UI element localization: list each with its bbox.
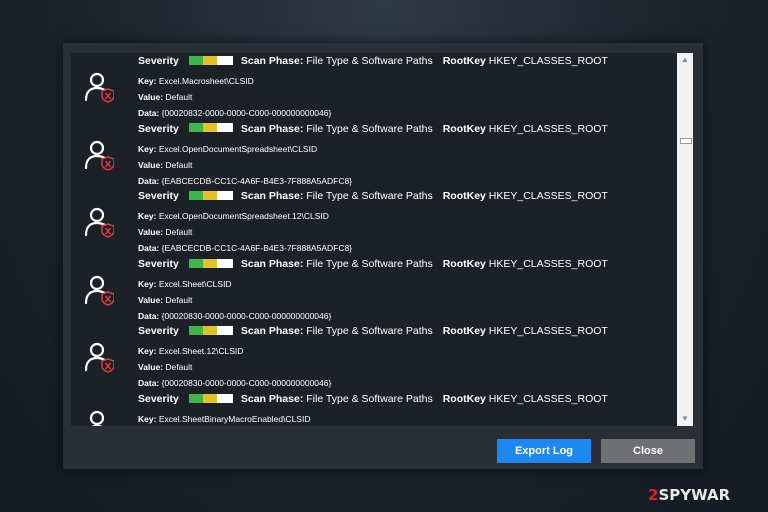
rootkey-label: RootKey: [442, 122, 486, 135]
severity-label: Severity: [138, 392, 179, 405]
scan-phase-label: Scan Phase:: [240, 325, 304, 338]
severity-meter: [188, 258, 233, 268]
entry-header: Severity Scan Phase: File Type & Software…: [138, 325, 608, 337]
entry-data: Data: {EABCECDB-CC1C-4A6F-B4E3-7F888A5AD…: [138, 243, 353, 254]
key-value: Excel.SheetBinaryMacroEnabled\CLSID: [158, 413, 311, 424]
severity-meter: [188, 190, 233, 200]
scan-phase-value: File Type & Software Paths: [306, 392, 433, 405]
severity-meter: [188, 123, 233, 133]
user-threat-icon: [84, 343, 114, 374]
key-value: Excel.OpenDocumentSpreadsheet.12\CLSID: [158, 211, 329, 222]
user-threat-icon: [84, 72, 114, 103]
rootkey-label: RootKey: [442, 55, 486, 67]
data-value: {EABCECDB-CC1C-4A6F-B4E3-7F888A5ADFC8}: [161, 175, 353, 186]
scan-phase-value: File Type & Software Paths: [306, 190, 433, 203]
entry-data: Data: {00020830-0000-0000-C000-000000000…: [138, 310, 332, 321]
rootkey-value: HKEY_CLASSES_ROOT: [488, 190, 608, 203]
scan-phase-label: Scan Phase:: [240, 392, 304, 405]
severity-label: Severity: [138, 55, 179, 67]
severity-meter: [188, 393, 233, 403]
entry-data: Data: {00020830-0000-0000-C000-000000000…: [138, 378, 332, 389]
value-value: Default: [165, 227, 193, 238]
value-value: Default: [165, 159, 193, 170]
data-value: {EABCECDB-CC1C-4A6F-B4E3-7F888A5ADFC8}: [161, 243, 353, 254]
entry-key: Key: Excel.OpenDocumentSpreadsheet\CLSID: [138, 143, 318, 154]
log-entry: Severity Scan Phase: File Type & Software…: [71, 188, 677, 256]
user-threat-icon: [84, 208, 114, 238]
scan-phase-label: Scan Phase:: [240, 122, 304, 135]
entry-header: Severity Scan Phase: File Type & Software…: [138, 55, 608, 67]
rootkey-label: RootKey: [442, 392, 486, 405]
scan-phase-value: File Type & Software Paths: [306, 325, 433, 338]
entry-value: Value: Default: [138, 159, 193, 170]
key-value: Excel.Sheet.12\CLSID: [158, 346, 244, 357]
entry-data: Data: {EABCECDB-CC1C-4A6F-B4E3-7F888A5AD…: [138, 175, 353, 186]
log-entry: Severity Scan Phase: File Type & Software…: [71, 256, 677, 324]
severity-meter: [188, 55, 233, 65]
rootkey-label: RootKey: [442, 325, 486, 338]
log-entry: Severity Scan Phase: File Type & Software…: [71, 121, 677, 189]
entry-value: Value: Default: [138, 362, 193, 373]
severity-meter: [188, 326, 233, 336]
entry-header: Severity Scan Phase: File Type & Software…: [138, 393, 608, 405]
scan-phase-label: Scan Phase:: [240, 190, 304, 203]
key-value: Excel.Macrosheet\CLSID: [158, 76, 254, 86]
log-entry: Severity Scan Phase: File Type & Software…: [71, 391, 677, 426]
user-threat-icon: [84, 140, 114, 171]
value-value: Default: [165, 92, 193, 102]
scroll-thumb[interactable]: [680, 138, 692, 144]
log-entry: Severity Scan Phase: File Type & Software…: [71, 53, 677, 121]
log-entries-list[interactable]: Severity Scan Phase: File Type & Software…: [71, 53, 677, 426]
entry-key: Key: Excel.Macrosheet\CLSID: [138, 76, 254, 86]
rootkey-label: RootKey: [442, 190, 486, 203]
severity-label: Severity: [138, 257, 179, 270]
severity-label: Severity: [138, 190, 179, 203]
scroll-up-arrow-icon[interactable]: ▲: [677, 53, 693, 67]
entry-header: Severity Scan Phase: File Type & Software…: [138, 190, 608, 202]
value-value: Default: [165, 362, 193, 373]
export-log-button[interactable]: Export Log: [497, 439, 591, 463]
rootkey-label: RootKey: [442, 257, 486, 270]
rootkey-value: HKEY_CLASSES_ROOT: [488, 392, 608, 405]
vertical-scrollbar[interactable]: ▲ ▼: [677, 53, 693, 426]
watermark-logo: 2SPYWAR: [648, 486, 731, 504]
entry-value: Value: Default: [138, 92, 193, 102]
scan-phase-value: File Type & Software Paths: [306, 55, 433, 67]
entry-key: Key: Excel.Sheet.12\CLSID: [138, 346, 244, 357]
entry-data: Data: {00020832-0000-0000-C000-000000000…: [138, 108, 332, 118]
entry-header: Severity Scan Phase: File Type & Software…: [138, 123, 608, 135]
rootkey-value: HKEY_CLASSES_ROOT: [488, 257, 608, 270]
severity-label: Severity: [138, 325, 179, 338]
user-threat-icon: [89, 410, 105, 426]
rootkey-value: HKEY_CLASSES_ROOT: [488, 122, 608, 135]
scan-phase-label: Scan Phase:: [240, 55, 304, 67]
scan-phase-value: File Type & Software Paths: [306, 257, 433, 270]
scan-phase-label: Scan Phase:: [240, 257, 304, 270]
scroll-down-arrow-icon[interactable]: ▼: [677, 412, 693, 426]
data-value: {00020830-0000-0000-C000-000000000046}: [161, 310, 332, 321]
close-button[interactable]: Close: [601, 439, 695, 463]
user-threat-icon: [84, 275, 114, 306]
log-entry: Severity Scan Phase: File Type & Software…: [71, 323, 677, 391]
severity-label: Severity: [138, 122, 179, 135]
entry-key: Key: Excel.Sheet\CLSID: [138, 278, 232, 289]
entry-value: Value: Default: [138, 294, 193, 305]
entry-value: Value: Default: [138, 227, 193, 238]
rootkey-value: HKEY_CLASSES_ROOT: [488, 325, 608, 338]
key-value: Excel.OpenDocumentSpreadsheet\CLSID: [158, 143, 318, 154]
rootkey-value: HKEY_CLASSES_ROOT: [488, 55, 608, 67]
data-value: {00020830-0000-0000-C000-000000000046}: [161, 378, 332, 389]
scan-log-dialog: Severity Scan Phase: File Type & Software…: [63, 43, 703, 469]
entry-header: Severity Scan Phase: File Type & Software…: [138, 258, 608, 270]
value-value: Default: [165, 294, 193, 305]
data-value: {00020832-0000-0000-C000-000000000046}: [161, 108, 332, 118]
scan-phase-value: File Type & Software Paths: [306, 122, 433, 135]
entry-key: Key: Excel.SheetBinaryMacroEnabled\CLSID: [138, 413, 311, 424]
key-value: Excel.Sheet\CLSID: [158, 278, 232, 289]
entry-key: Key: Excel.OpenDocumentSpreadsheet.12\CL…: [138, 211, 329, 222]
